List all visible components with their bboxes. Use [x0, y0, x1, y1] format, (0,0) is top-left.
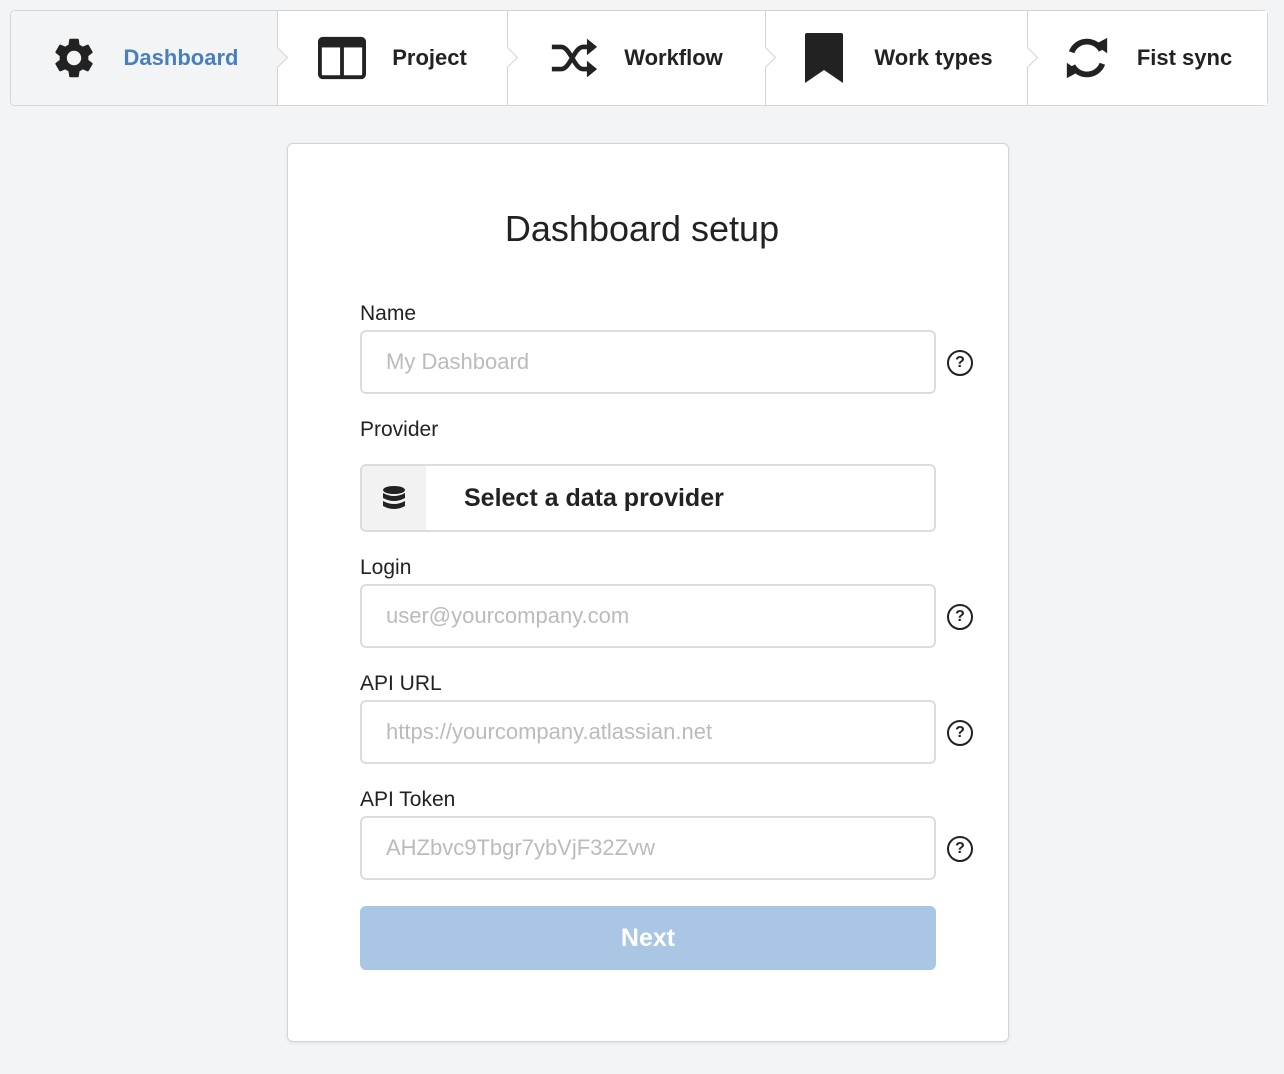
- next-button[interactable]: Next: [360, 906, 936, 970]
- provider-select[interactable]: Select a data provider: [360, 464, 936, 532]
- login-help-icon[interactable]: ?: [947, 604, 973, 630]
- gear-icon: [50, 34, 98, 82]
- steps-bar: Dashboard Project Workflow Work types Fi…: [10, 10, 1268, 106]
- login-label: Login: [360, 556, 412, 579]
- api-token-help-icon[interactable]: ?: [947, 836, 973, 862]
- provider-label: Provider: [360, 418, 439, 441]
- step-label: Workflow: [624, 45, 723, 70]
- name-input[interactable]: [360, 330, 936, 394]
- api-url-help-icon[interactable]: ?: [947, 720, 973, 746]
- step-first-sync[interactable]: Fist sync: [1027, 11, 1267, 105]
- columns-icon: [318, 34, 367, 82]
- step-label: Project: [392, 45, 467, 70]
- api-url-input[interactable]: [360, 700, 936, 764]
- page-title: Dashboard setup: [504, 208, 780, 249]
- step-label: Fist sync: [1136, 45, 1233, 70]
- name-label: Name: [360, 302, 417, 325]
- api-token-input[interactable]: [360, 816, 936, 880]
- bookmark-icon: [800, 33, 848, 83]
- shuffle-icon: [550, 34, 598, 82]
- step-project[interactable]: Project: [277, 11, 519, 105]
- step-dashboard[interactable]: Dashboard: [11, 11, 289, 105]
- provider-select-label: Select a data provider: [464, 483, 724, 512]
- api-token-label: API Token: [360, 788, 456, 811]
- login-input[interactable]: [360, 584, 936, 648]
- database-icon: [362, 466, 426, 530]
- sync-icon: [1063, 34, 1111, 82]
- step-label: Work types: [874, 45, 993, 70]
- step-workflow[interactable]: Workflow: [507, 11, 777, 105]
- step-work-types[interactable]: Work types: [765, 11, 1039, 105]
- step-label: Dashboard: [123, 45, 239, 70]
- api-url-label: API URL: [360, 672, 442, 695]
- name-help-icon[interactable]: ?: [947, 350, 973, 376]
